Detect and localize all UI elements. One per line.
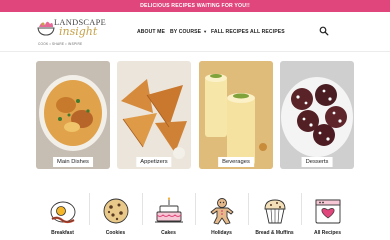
category-card-beverages[interactable]: Beverages: [199, 61, 273, 169]
category-cookies[interactable]: Cookies: [89, 193, 142, 240]
category-card-appetizers[interactable]: Appetizers: [117, 61, 191, 169]
nav-by-course-label: BY COURSE: [170, 29, 202, 35]
category-label: Desserts: [301, 156, 333, 167]
nav-all-recipes[interactable]: ALL RECIPES: [250, 27, 285, 37]
category-label: Main Dishes: [53, 156, 93, 167]
promo-banner: DELICIOUS RECIPES WAITING FOR YOU!!: [0, 0, 390, 12]
category-cakes[interactable]: Cakes: [142, 193, 195, 240]
cake-icon: [154, 197, 183, 223]
header-divider: [0, 51, 390, 52]
category-label: Beverages: [218, 156, 254, 167]
site-header: LANDSCAPE insight COOK • SHARE • INSPIRE…: [0, 12, 390, 52]
egg-bacon-icon: [50, 201, 75, 224]
category-label: Bread & Muffins: [255, 230, 294, 236]
nav-by-course[interactable]: BY COURSE ▼: [170, 27, 207, 37]
icon-category-row: Breakfast Cookies Cakes Holidays Bread &…: [36, 193, 354, 240]
chevron-down-icon: ▼: [203, 29, 208, 34]
category-label: Cakes: [161, 230, 176, 236]
category-card-desserts[interactable]: Desserts: [280, 61, 354, 169]
nav-fall-recipes[interactable]: FALL RECIPES: [211, 27, 249, 37]
beverages-photo: [199, 61, 273, 169]
category-card-main-dishes[interactable]: Main Dishes: [36, 61, 110, 169]
recipe-book-icon: [315, 199, 340, 224]
appetizers-photo: [117, 61, 191, 169]
muffin-icon: [264, 199, 285, 224]
category-holidays[interactable]: Holidays: [195, 193, 248, 240]
promo-text: DELICIOUS RECIPES WAITING FOR YOU!!: [140, 3, 250, 9]
site-logo[interactable]: LANDSCAPE insight COOK • SHARE • INSPIRE: [32, 15, 108, 51]
gingerbread-icon: [210, 198, 233, 225]
category-label: All Recipes: [314, 230, 341, 236]
category-label: Cookies: [105, 230, 126, 236]
cookie-icon: [103, 198, 128, 224]
category-bread-muffins[interactable]: Bread & Muffins: [248, 193, 301, 240]
main-dishes-photo: [36, 61, 110, 169]
category-breakfast[interactable]: Breakfast: [36, 193, 89, 240]
category-all-recipes[interactable]: All Recipes: [301, 193, 354, 240]
logo-tagline: COOK • SHARE • INSPIRE: [38, 42, 83, 46]
category-label: Breakfast: [51, 230, 74, 236]
logo-wordmark-script: insight: [59, 25, 98, 38]
nav-about-me[interactable]: ABOUT ME: [137, 27, 165, 37]
bowl-logo-icon: [37, 21, 55, 36]
category-label: Appetizers: [136, 156, 172, 167]
category-label: Holidays: [211, 230, 232, 236]
desserts-photo: [280, 61, 354, 169]
search-icon[interactable]: [319, 26, 329, 36]
